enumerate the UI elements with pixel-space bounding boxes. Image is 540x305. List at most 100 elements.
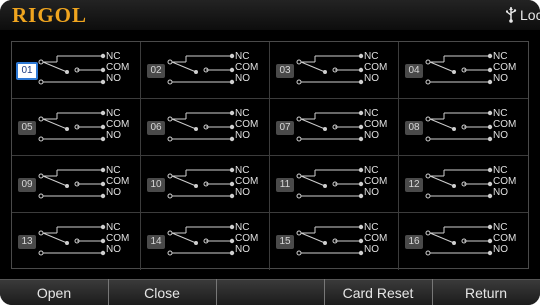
relay-channel-01[interactable]: 01 NC COM NO	[12, 42, 141, 99]
relay-channel-06[interactable]: 06 NC COM NO	[141, 99, 270, 156]
remote-status: Local	[520, 7, 540, 23]
open-button[interactable]: Open	[0, 279, 108, 305]
channel-number: 14	[147, 235, 165, 249]
relay-channel-11[interactable]: 11 NC COM NO	[270, 156, 399, 213]
channel-number: 13	[18, 235, 36, 249]
title-bar: RIGOL Local	[0, 0, 540, 30]
relay-switch-icon	[424, 105, 494, 154]
terminal-label-no: NO	[235, 187, 250, 198]
relay-channel-09[interactable]: 09 NC COM NO	[12, 156, 141, 213]
terminal-label-com: COM	[364, 62, 388, 73]
terminal-label-com: COM	[235, 233, 259, 244]
terminal-label-com: COM	[364, 119, 388, 130]
channel-number: 09	[18, 178, 36, 192]
terminal-label-no: NO	[106, 244, 121, 255]
relay-channel-10[interactable]: 10 NC COM NO	[141, 156, 270, 213]
terminal-label-com: COM	[235, 119, 259, 130]
softkey-bar: Open Close Card Reset Return	[0, 279, 540, 305]
softkey-divider	[108, 279, 109, 305]
close-button[interactable]: Close	[108, 279, 216, 305]
terminal-label-nc: NC	[364, 51, 379, 62]
terminal-label-nc: NC	[364, 222, 379, 233]
relay-channel-14[interactable]: 14 NC COM NO	[141, 213, 270, 270]
relay-switch-icon	[424, 162, 494, 211]
relay-switch-icon	[295, 162, 365, 211]
terminal-label-no: NO	[493, 73, 508, 84]
terminal-label-nc: NC	[106, 222, 121, 233]
relay-switch-icon	[295, 48, 365, 97]
terminal-label-nc: NC	[235, 108, 250, 119]
terminal-label-no: NO	[106, 130, 121, 141]
relay-switch-icon	[295, 105, 365, 154]
relay-channel-13[interactable]: 13 NC COM NO	[12, 213, 141, 270]
relay-switch-icon	[37, 219, 107, 268]
terminal-label-no: NO	[106, 187, 121, 198]
terminal-label-com: COM	[364, 176, 388, 187]
relay-channel-12[interactable]: 12 NC COM NO	[399, 156, 528, 213]
channel-number: 02	[147, 64, 165, 78]
channel-number: 10	[147, 178, 165, 192]
terminal-label-com: COM	[493, 119, 517, 130]
relay-channel-04[interactable]: 04 NC COM NO	[399, 42, 528, 99]
relay-channel-03[interactable]: 03 NC COM NO	[270, 42, 399, 99]
terminal-label-nc: NC	[235, 165, 250, 176]
channel-number: 08	[405, 121, 423, 135]
channel-number: 03	[276, 64, 294, 78]
terminal-label-nc: NC	[364, 165, 379, 176]
terminal-label-no: NO	[493, 130, 508, 141]
usb-icon	[505, 5, 517, 28]
terminal-label-no: NO	[493, 187, 508, 198]
relay-channel-16[interactable]: 16 NC COM NO	[399, 213, 528, 270]
terminal-label-com: COM	[493, 233, 517, 244]
terminal-label-com: COM	[235, 176, 259, 187]
terminal-label-no: NO	[106, 73, 121, 84]
terminal-label-com: COM	[235, 62, 259, 73]
blank-softkey[interactable]	[216, 279, 324, 305]
channel-number: 01	[16, 62, 38, 80]
relay-channel-05[interactable]: 05 NC COM NO	[12, 99, 141, 156]
terminal-label-no: NO	[235, 244, 250, 255]
relay-grid: 01 NC COM NO 02 NC COM NO 03 NC COM NO 04 NC COM NO 05 NC…	[11, 41, 529, 270]
terminal-label-no: NO	[493, 244, 508, 255]
channel-number: 12	[405, 178, 423, 192]
terminal-label-no: NO	[364, 130, 379, 141]
return-button[interactable]: Return	[432, 279, 540, 305]
terminal-label-com: COM	[106, 233, 130, 244]
terminal-label-nc: NC	[106, 108, 121, 119]
softkey-divider	[216, 279, 217, 305]
relay-switch-icon	[37, 48, 107, 97]
channel-number: 04	[405, 64, 423, 78]
terminal-label-nc: NC	[493, 51, 508, 62]
terminal-label-nc: NC	[493, 222, 508, 233]
terminal-label-nc: NC	[235, 222, 250, 233]
channel-number: 11	[276, 178, 294, 192]
channel-number: 16	[405, 235, 423, 249]
terminal-label-no: NO	[364, 187, 379, 198]
relay-channel-07[interactable]: 07 NC COM NO	[270, 99, 399, 156]
terminal-label-nc: NC	[106, 51, 121, 62]
channel-number: 05	[18, 121, 36, 135]
relay-switch-icon	[166, 162, 236, 211]
terminal-label-no: NO	[364, 244, 379, 255]
relay-switch-icon	[424, 48, 494, 97]
relay-switch-icon	[166, 219, 236, 268]
terminal-label-com: COM	[364, 233, 388, 244]
instrument-screen: RIGOL Local 01NCCOMNO02NCCOMNO03NCCOMNO0…	[0, 0, 540, 305]
terminal-label-com: COM	[106, 62, 130, 73]
terminal-label-nc: NC	[493, 108, 508, 119]
relay-channel-08[interactable]: 08 NC COM NO	[399, 99, 528, 156]
card-reset-button[interactable]: Card Reset	[324, 279, 432, 305]
relay-channel-02[interactable]: 02 NC COM NO	[141, 42, 270, 99]
relay-switch-icon	[37, 162, 107, 211]
terminal-label-nc: NC	[106, 165, 121, 176]
terminal-label-nc: NC	[235, 51, 250, 62]
relay-switch-icon	[424, 219, 494, 268]
channel-number: 15	[276, 235, 294, 249]
softkey-divider	[432, 279, 433, 305]
terminal-label-nc: NC	[364, 108, 379, 119]
terminal-label-nc: NC	[493, 165, 508, 176]
relay-channel-15[interactable]: 15 NC COM NO	[270, 213, 399, 270]
terminal-label-no: NO	[235, 130, 250, 141]
relay-switch-icon	[166, 48, 236, 97]
relay-switch-icon	[295, 219, 365, 268]
